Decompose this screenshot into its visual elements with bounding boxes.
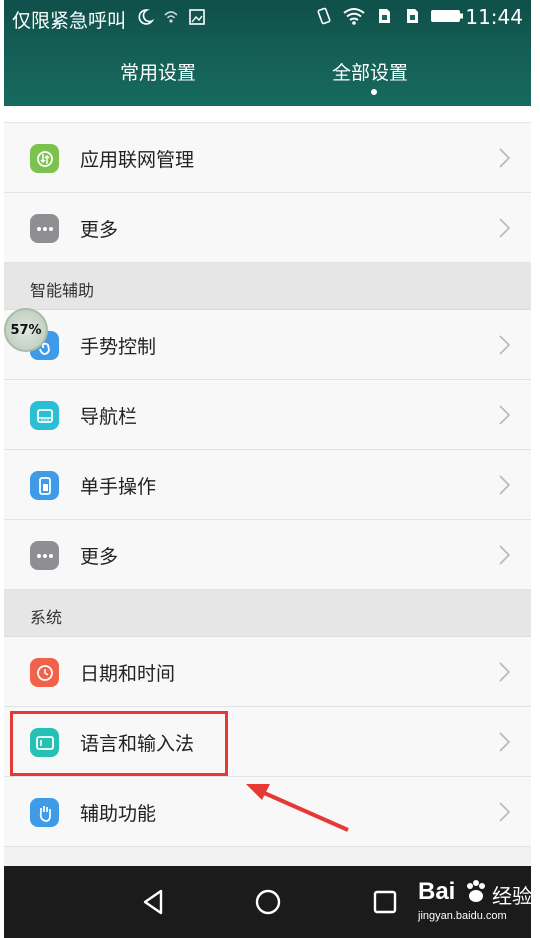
wifi-icon xyxy=(343,8,365,25)
setting-label: 应用联网管理 xyxy=(80,149,195,171)
baidu-logo: Bai xyxy=(418,878,456,905)
setting-label: 更多 xyxy=(80,219,119,241)
section-title: 智能辅助 xyxy=(30,281,95,300)
header: 仅限紧急呼叫 11:44 常用设置 全部设置 xyxy=(4,0,531,106)
section-title: 系统 xyxy=(30,608,63,627)
chevron-right-icon xyxy=(499,732,511,752)
navigation-bar-icon xyxy=(30,401,59,430)
chevron-right-icon xyxy=(499,218,511,238)
tab-common-settings[interactable]: 常用设置 xyxy=(120,58,196,85)
more-dots-icon xyxy=(30,541,59,570)
more-dots-icon xyxy=(30,214,59,243)
setting-label: 单手操作 xyxy=(80,476,157,498)
clock: 11:44 xyxy=(465,5,523,29)
sim1-icon xyxy=(379,9,390,23)
setting-one-hand[interactable]: 单手操作 xyxy=(4,450,531,520)
watermark-url: jingyan.baidu.com xyxy=(418,910,507,922)
chevron-right-icon xyxy=(499,545,511,565)
home-circle-icon[interactable] xyxy=(252,886,284,918)
back-triangle-icon[interactable] xyxy=(137,886,169,918)
setting-label: 导航栏 xyxy=(80,406,138,428)
recents-square-icon[interactable] xyxy=(369,886,401,918)
active-tab-indicator xyxy=(371,89,377,95)
section-smart-assist: 智能辅助 xyxy=(4,263,531,310)
progress-badge: 57% xyxy=(4,308,48,352)
paw-icon xyxy=(467,880,485,902)
one-hand-icon xyxy=(30,471,59,500)
wifi-hotspot-icon xyxy=(164,11,178,23)
setting-gesture-control[interactable]: 手势控制 xyxy=(4,310,531,380)
highlight-box xyxy=(10,711,228,776)
section-system: 系统 xyxy=(4,590,531,637)
vibrate-icon xyxy=(317,7,331,25)
moon-icon xyxy=(138,9,155,25)
battery-icon xyxy=(431,10,463,22)
settings-tabs: 常用设置 全部设置 xyxy=(4,48,531,98)
chevron-right-icon xyxy=(499,475,511,495)
list-top-spacer xyxy=(4,106,531,123)
setting-navigation-bar[interactable]: 导航栏 xyxy=(4,380,531,450)
setting-label: 更多 xyxy=(80,546,119,568)
annotation-arrow-icon xyxy=(246,784,349,832)
setting-label: 手势控制 xyxy=(80,336,157,358)
chevron-right-icon xyxy=(499,405,511,425)
chevron-right-icon xyxy=(499,662,511,682)
setting-label: 日期和时间 xyxy=(80,663,176,685)
hand-icon xyxy=(30,798,59,827)
sim2-icon xyxy=(407,9,418,23)
status-bar: 仅限紧急呼叫 11:44 xyxy=(4,0,531,36)
setting-label: 辅助功能 xyxy=(80,803,157,825)
chevron-right-icon xyxy=(499,148,511,168)
setting-more-assist[interactable]: 更多 xyxy=(4,520,531,590)
tab-all-settings[interactable]: 全部设置 xyxy=(332,58,408,85)
clock-icon xyxy=(30,658,59,687)
chevron-right-icon xyxy=(499,802,511,822)
image-icon xyxy=(189,9,205,25)
carrier-status-text: 仅限紧急呼叫 xyxy=(12,10,127,32)
brand-text: 经验 xyxy=(492,884,532,908)
setting-app-network[interactable]: 应用联网管理 xyxy=(4,123,531,193)
network-sync-icon xyxy=(30,144,59,173)
baidu-watermark: Bai 经验 jingyan.baidu.com xyxy=(418,876,536,932)
setting-date-time[interactable]: 日期和时间 xyxy=(4,637,531,707)
setting-more-top[interactable]: 更多 xyxy=(4,193,531,263)
chevron-right-icon xyxy=(499,335,511,355)
